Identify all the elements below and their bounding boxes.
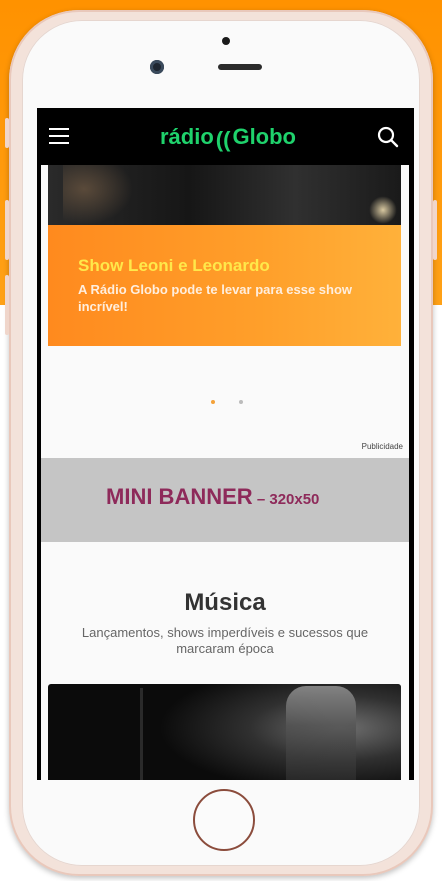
volume-up-button — [5, 200, 9, 260]
logo-prefix: rádio — [160, 124, 214, 149]
proximity-sensor — [222, 37, 230, 45]
hamburger-icon[interactable] — [49, 128, 69, 144]
ad-label: Publicidade — [361, 442, 403, 451]
front-camera — [150, 60, 164, 74]
page-content: Show Leoni e Leonardo A Rádio Globo pode… — [41, 165, 409, 780]
section-subtitle: Lançamentos, shows imperdíveis e sucesso… — [81, 625, 369, 656]
radio-globo-logo[interactable]: rádio((Globo — [160, 122, 296, 152]
logo-suffix: Globo — [232, 124, 296, 149]
logo-waves: (( — [215, 127, 231, 152]
section-title: Música — [184, 589, 266, 616]
mini-banner-main: MINI BANNER — [106, 484, 253, 509]
mini-banner-text: MINI BANNER – 320x50 — [106, 484, 319, 510]
phone-screen: rádio((Globo Show Leoni e Leonardo A Rád… — [37, 108, 414, 780]
mini-banner-size: – 320x50 — [252, 491, 320, 508]
earpiece-speaker — [218, 64, 262, 70]
carousel-slide-title: Show Leoni e Leonardo — [78, 256, 270, 275]
volume-down-button — [5, 275, 9, 335]
carousel-image[interactable] — [48, 165, 401, 225]
carousel-slide-description: A Rádio Globo pode te levar para esse sh… — [78, 282, 353, 314]
music-article-image[interactable] — [48, 684, 401, 780]
carousel-dot[interactable] — [239, 400, 243, 404]
carousel-slide[interactable]: Show Leoni e Leonardo A Rádio Globo pode… — [48, 225, 401, 346]
mini-banner-ad[interactable]: MINI BANNER – 320x50 — [41, 458, 409, 542]
search-icon[interactable] — [377, 126, 399, 148]
mute-switch — [5, 118, 9, 148]
home-button[interactable] — [193, 789, 255, 851]
power-button — [433, 200, 437, 260]
carousel-dot-active[interactable] — [211, 400, 215, 404]
top-navigation-bar: rádio((Globo — [37, 108, 414, 165]
